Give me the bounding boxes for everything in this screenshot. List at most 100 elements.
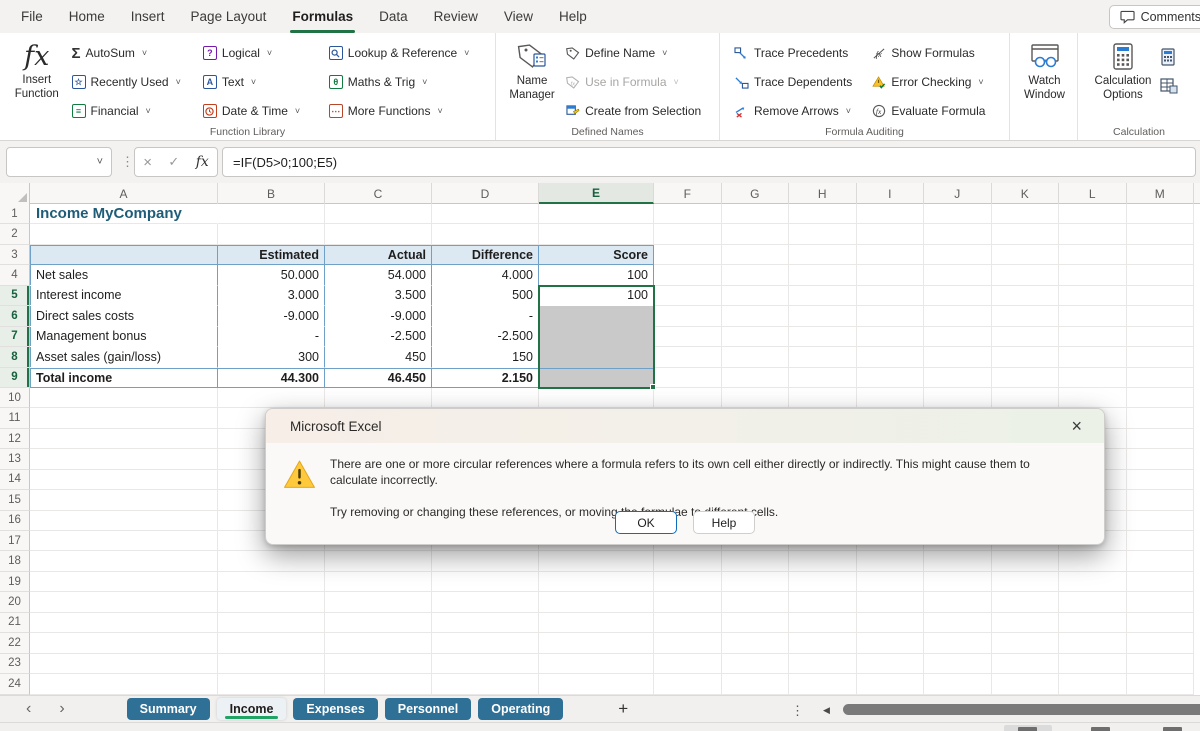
row-header-24[interactable]: 24: [0, 674, 30, 694]
cell-B3[interactable]: Estimated: [218, 245, 325, 265]
cell-K8[interactable]: [992, 347, 1060, 367]
view-normal-icon[interactable]: [1018, 727, 1037, 731]
cell-H24[interactable]: [789, 674, 857, 694]
row-header-3[interactable]: 3: [0, 245, 30, 265]
trace-dependents-button[interactable]: Trace Dependents: [734, 71, 858, 93]
cell-D19[interactable]: [432, 572, 539, 592]
cell-F23[interactable]: [654, 654, 722, 674]
logical-button[interactable]: ? Logical ˅: [203, 42, 315, 64]
cell-B22[interactable]: [218, 633, 325, 653]
cell-C4[interactable]: 54.000: [325, 265, 432, 285]
cell-A6[interactable]: Direct sales costs: [30, 306, 218, 326]
menu-tab-help[interactable]: Help: [546, 0, 600, 33]
cell-J19[interactable]: [924, 572, 992, 592]
cell-I4[interactable]: [857, 265, 925, 285]
cell-H21[interactable]: [789, 613, 857, 633]
row-header-12[interactable]: 12: [0, 429, 30, 449]
cell-A23[interactable]: [30, 654, 218, 674]
row-header-20[interactable]: 20: [0, 592, 30, 612]
menu-tab-file[interactable]: File: [8, 0, 56, 33]
view-page-break-icon[interactable]: [1163, 727, 1182, 731]
sheet-tab-income[interactable]: Income: [217, 698, 287, 720]
cell-I18[interactable]: [857, 551, 925, 571]
cell-A14[interactable]: [30, 470, 218, 490]
cancel-icon[interactable]: ×: [143, 154, 152, 171]
cell-F22[interactable]: [654, 633, 722, 653]
cell-M23[interactable]: [1127, 654, 1195, 674]
more-functions-button[interactable]: ⋯ More Functions ˅: [329, 100, 481, 122]
cell-G24[interactable]: [722, 674, 790, 694]
cell-F4[interactable]: [654, 265, 722, 285]
calculate-now-icon[interactable]: [1160, 48, 1176, 66]
cell-D10[interactable]: [432, 388, 539, 408]
watch-window-button[interactable]: Watch Window: [1018, 40, 1071, 106]
row-header-16[interactable]: 16: [0, 511, 30, 531]
cell-A20[interactable]: [30, 592, 218, 612]
cell-A8[interactable]: Asset sales (gain/loss): [30, 347, 218, 367]
sheet-nav-right-icon[interactable]: ›: [45, 701, 78, 717]
cell-D6[interactable]: -: [432, 306, 539, 326]
formula-bar-handle[interactable]: ⋮: [121, 154, 134, 170]
menu-tab-review[interactable]: Review: [421, 0, 491, 33]
cell-I24[interactable]: [857, 674, 925, 694]
cell-C20[interactable]: [325, 592, 432, 612]
cell-F20[interactable]: [654, 592, 722, 612]
cell-F1[interactable]: [654, 204, 722, 224]
cell-G22[interactable]: [722, 633, 790, 653]
cell-I7[interactable]: [857, 327, 925, 347]
enter-icon[interactable]: ✓: [168, 154, 179, 170]
cell-D7[interactable]: -2.500: [432, 327, 539, 347]
row-header-6[interactable]: 6: [0, 306, 30, 326]
cell-A19[interactable]: [30, 572, 218, 592]
row-header-23[interactable]: 23: [0, 654, 30, 674]
column-header-J[interactable]: J: [924, 183, 992, 204]
cell-D2[interactable]: [432, 224, 539, 244]
cell-A2[interactable]: [30, 224, 218, 244]
cell-K21[interactable]: [992, 613, 1060, 633]
cell-L5[interactable]: [1059, 286, 1127, 306]
cell-C9[interactable]: 46.450: [325, 368, 432, 388]
hscroll-left-icon[interactable]: ◀: [823, 705, 830, 716]
cell-K18[interactable]: [992, 551, 1060, 571]
cell-G3[interactable]: [722, 245, 790, 265]
cell-A7[interactable]: Management bonus: [30, 327, 218, 347]
help-button[interactable]: Help: [693, 511, 755, 534]
cell-B20[interactable]: [218, 592, 325, 612]
cell-J4[interactable]: [924, 265, 992, 285]
column-header-B[interactable]: B: [218, 183, 325, 204]
cell-L3[interactable]: [1059, 245, 1127, 265]
cell-C21[interactable]: [325, 613, 432, 633]
cell-K6[interactable]: [992, 306, 1060, 326]
cell-C1[interactable]: [325, 204, 432, 224]
cell-G23[interactable]: [722, 654, 790, 674]
row-header-14[interactable]: 14: [0, 470, 30, 490]
name-box[interactable]: ˅: [6, 147, 112, 177]
cell-E18[interactable]: [539, 551, 654, 571]
cell-I10[interactable]: [857, 388, 925, 408]
row-header-2[interactable]: 2: [0, 224, 30, 244]
column-header-H[interactable]: H: [789, 183, 857, 204]
cell-M17[interactable]: [1127, 531, 1195, 551]
cell-J9[interactable]: [924, 368, 992, 388]
cell-M21[interactable]: [1127, 613, 1195, 633]
cell-A22[interactable]: [30, 633, 218, 653]
cell-C24[interactable]: [325, 674, 432, 694]
sheet-tab-personnel[interactable]: Personnel: [385, 698, 471, 720]
row-header-19[interactable]: 19: [0, 572, 30, 592]
cell-H5[interactable]: [789, 286, 857, 306]
show-formulas-button[interactable]: fx Show Formulas: [872, 42, 995, 64]
cell-I23[interactable]: [857, 654, 925, 674]
insert-function-fx-icon[interactable]: fx: [196, 154, 209, 170]
cell-L23[interactable]: [1059, 654, 1127, 674]
cell-H6[interactable]: [789, 306, 857, 326]
cell-G4[interactable]: [722, 265, 790, 285]
sheet-tab-expenses[interactable]: Expenses: [293, 698, 377, 720]
cell-M14[interactable]: [1127, 470, 1195, 490]
cell-J5[interactable]: [924, 286, 992, 306]
cell-G21[interactable]: [722, 613, 790, 633]
column-header-I[interactable]: I: [857, 183, 925, 204]
cell-C7[interactable]: -2.500: [325, 327, 432, 347]
cell-J20[interactable]: [924, 592, 992, 612]
cell-I21[interactable]: [857, 613, 925, 633]
column-header-F[interactable]: F: [654, 183, 722, 204]
